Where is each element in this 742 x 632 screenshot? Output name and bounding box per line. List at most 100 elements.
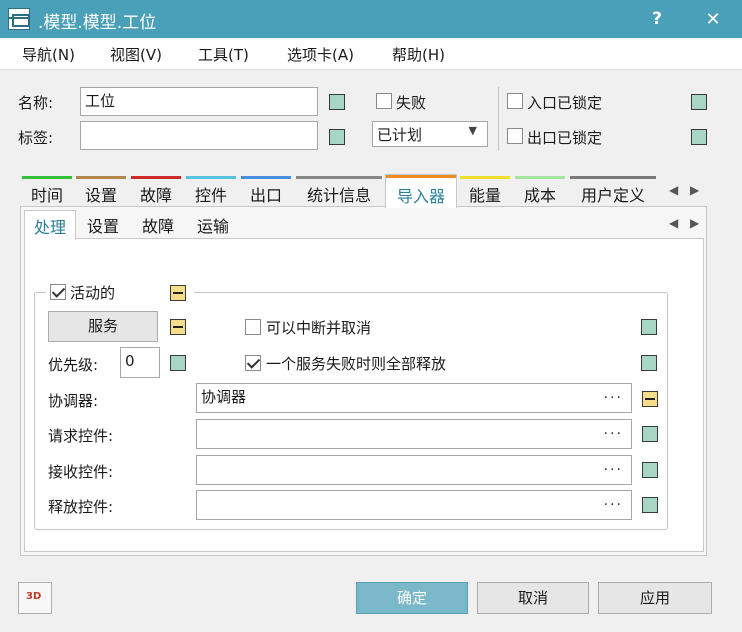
- active-inherit-indicator[interactable]: [170, 285, 186, 301]
- interrupt-inherit-indicator[interactable]: [641, 319, 657, 335]
- tab-color-bar: [76, 176, 126, 179]
- tag-inherit-indicator[interactable]: [329, 129, 345, 145]
- tab-cost[interactable]: 成本: [515, 176, 565, 206]
- subtab-transport[interactable]: 运输: [197, 210, 229, 238]
- tab-energy[interactable]: 能量: [460, 176, 510, 206]
- ok-button[interactable]: 确定: [356, 582, 468, 614]
- tab-controls[interactable]: 控件: [186, 176, 236, 206]
- name-inherit-indicator[interactable]: [329, 94, 345, 110]
- entry-locked-inherit-indicator[interactable]: [691, 94, 707, 110]
- title-bar[interactable]: .模型.模型.工位 ? ✕: [0, 0, 742, 38]
- chevron-down-icon: ▼: [468, 124, 477, 137]
- tab-color-bar: [22, 176, 72, 179]
- entry-locked-checkbox[interactable]: [507, 93, 523, 109]
- broker-inherit-indicator[interactable]: [642, 391, 658, 407]
- tab-user-defined[interactable]: 用户定义: [570, 176, 656, 206]
- subtab-scroll-left-icon[interactable]: ◀: [669, 216, 678, 230]
- tab-failures[interactable]: 故障: [131, 176, 181, 206]
- priority-inherit-indicator[interactable]: [170, 355, 186, 371]
- apply-button[interactable]: 应用: [598, 582, 712, 614]
- tab-color-bar: [296, 176, 382, 179]
- tab-color-bar: [570, 176, 656, 179]
- menu-help[interactable]: 帮助(H): [392, 44, 445, 65]
- priority-input[interactable]: 0: [120, 347, 160, 378]
- tab-exit[interactable]: 出口: [241, 176, 291, 206]
- receive-control-label: 接收控件:: [48, 463, 114, 481]
- window-title: .模型.模型.工位: [38, 13, 157, 33]
- broker-value: 协调器: [201, 388, 247, 406]
- menu-navigate[interactable]: 导航(N): [22, 44, 75, 65]
- release-all-label: 一个服务失败时则全部释放: [266, 355, 447, 373]
- tab-scroll-right-icon[interactable]: ▶: [690, 183, 699, 197]
- active-checkbox[interactable]: [50, 284, 66, 300]
- menu-tabs[interactable]: 选项卡(A): [287, 44, 354, 65]
- release-all-checkbox[interactable]: [245, 355, 261, 371]
- interrupt-label: 可以中断并取消: [266, 319, 372, 337]
- release-control-inherit-indicator[interactable]: [642, 497, 658, 513]
- tab-label: 故障: [139, 186, 172, 205]
- name-label: 名称:: [18, 94, 54, 112]
- menu-tools[interactable]: 工具(T): [198, 44, 249, 65]
- services-inherit-indicator[interactable]: [170, 319, 186, 335]
- tab-label: 导入器: [396, 187, 445, 206]
- menu-view[interactable]: 视图(V): [110, 44, 162, 65]
- subtab-processing[interactable]: 处理: [24, 210, 76, 240]
- state-dropdown[interactable]: 已计划 ▼: [372, 121, 488, 147]
- tab-label: 控件: [194, 186, 227, 205]
- close-button[interactable]: ✕: [700, 7, 726, 33]
- header-divider: [498, 87, 499, 151]
- active-label: 活动的: [70, 284, 116, 302]
- tab-importer[interactable]: 导入器: [385, 174, 457, 208]
- tab-color-bar: [515, 176, 565, 179]
- release-control-label: 释放控件:: [48, 498, 114, 516]
- 3d-button[interactable]: 3D: [18, 582, 52, 614]
- request-control-label: 请求控件:: [48, 427, 114, 445]
- failed-label: 失败: [396, 94, 427, 112]
- broker-browse-button[interactable]: ...: [604, 386, 623, 402]
- name-input[interactable]: 工位: [80, 87, 318, 116]
- broker-input[interactable]: 协调器 ...: [196, 383, 632, 413]
- request-control-inherit-indicator[interactable]: [642, 426, 658, 442]
- menu-bar: 导航(N) 视图(V) 工具(T) 选项卡(A) 帮助(H): [0, 38, 742, 70]
- tab-statistics[interactable]: 统计信息: [296, 176, 382, 206]
- tab-label: 成本: [523, 186, 556, 205]
- tab-color-bar: [131, 176, 181, 179]
- tag-label: 标签:: [18, 129, 54, 147]
- tab-label: 设置: [84, 186, 117, 205]
- tab-scroll-left-icon[interactable]: ◀: [669, 183, 678, 197]
- priority-label: 优先级:: [48, 356, 99, 374]
- tab-time[interactable]: 时间: [22, 176, 72, 206]
- tab-setup[interactable]: 设置: [76, 176, 126, 206]
- request-control-input[interactable]: ...: [196, 419, 632, 449]
- tab-label: 用户定义: [580, 186, 645, 205]
- 3d-icon: 3D: [26, 591, 42, 602]
- request-control-browse-button[interactable]: ...: [604, 422, 623, 438]
- tab-label: 出口: [249, 186, 282, 205]
- failed-checkbox[interactable]: [376, 93, 392, 109]
- receive-control-inherit-indicator[interactable]: [642, 462, 658, 478]
- interrupt-checkbox[interactable]: [245, 319, 261, 335]
- exit-locked-checkbox[interactable]: [507, 128, 523, 144]
- exit-locked-inherit-indicator[interactable]: [691, 129, 707, 145]
- tab-label: 统计信息: [306, 186, 371, 205]
- help-button[interactable]: ?: [645, 7, 669, 31]
- release-all-inherit-indicator[interactable]: [641, 355, 657, 371]
- receive-control-browse-button[interactable]: ...: [604, 458, 623, 474]
- services-button[interactable]: 服务: [48, 311, 158, 342]
- tab-label: 时间: [30, 186, 63, 205]
- tab-color-bar: [186, 176, 236, 179]
- subtab-scroll-right-icon[interactable]: ▶: [690, 216, 699, 230]
- exit-locked-label: 出口已锁定: [527, 129, 603, 147]
- tab-color-bar: [460, 176, 510, 179]
- state-dropdown-value: 已计划: [377, 126, 423, 144]
- release-control-input[interactable]: ...: [196, 490, 632, 520]
- receive-control-input[interactable]: ...: [196, 455, 632, 485]
- tab-color-bar: [386, 175, 456, 178]
- cancel-button[interactable]: 取消: [477, 582, 589, 614]
- subtab-failures[interactable]: 故障: [142, 210, 174, 238]
- broker-label: 协调器:: [48, 392, 99, 410]
- tab-label: 能量: [468, 186, 501, 205]
- subtab-setup[interactable]: 设置: [87, 210, 119, 238]
- release-control-browse-button[interactable]: ...: [604, 493, 623, 509]
- tag-input[interactable]: [80, 121, 318, 150]
